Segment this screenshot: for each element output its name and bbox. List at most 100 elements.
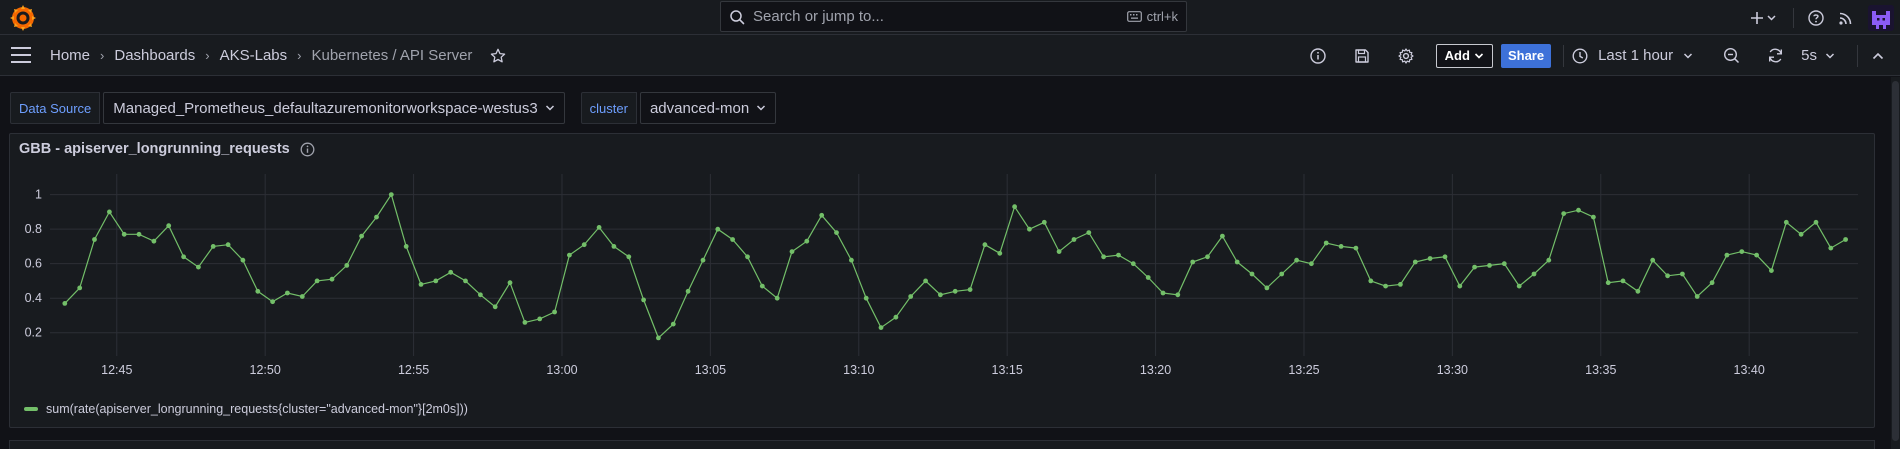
data-point [581, 242, 587, 248]
divider [1857, 44, 1858, 67]
next-panel [9, 440, 1875, 449]
data-point [1724, 252, 1730, 258]
data-point [507, 280, 513, 286]
share-button-label: Share [1507, 48, 1545, 63]
data-point [1383, 283, 1388, 289]
clock-icon [1572, 47, 1588, 64]
save-icon [1354, 48, 1369, 63]
x-tick-label: 13:15 [992, 363, 1023, 377]
data-point [1234, 259, 1240, 265]
data-point [374, 214, 379, 220]
data-point [745, 254, 750, 260]
breadcrumb-folder[interactable]: AKS-Labs [220, 47, 288, 64]
page-scrollbar[interactable] [1891, 77, 1900, 449]
data-point [344, 263, 350, 268]
refresh-interval-picker[interactable]: 5s [1801, 47, 1835, 64]
data-point [1591, 214, 1596, 220]
data-point [181, 254, 187, 260]
data-point [1294, 257, 1299, 263]
cluster-select[interactable]: advanced-mon [639, 92, 777, 124]
datasource-select[interactable]: Managed_Prometheus_defaultazuremonitorwo… [103, 92, 565, 124]
data-point [893, 314, 899, 320]
data-point [1427, 256, 1433, 261]
data-point [774, 295, 780, 301]
data-point [388, 192, 394, 197]
data-point [62, 301, 68, 306]
scrollbar-thumb[interactable] [1892, 81, 1899, 441]
zoom-out-button[interactable] [1715, 42, 1747, 70]
refresh-button[interactable] [1759, 42, 1791, 70]
breadcrumb-dashboards[interactable]: Dashboards [114, 47, 195, 64]
top-bar: Search or jump to... ctrl+k [0, 0, 1900, 35]
chevron-down-icon [1684, 52, 1693, 59]
data-point [1754, 252, 1759, 258]
x-tick-label: 13:35 [1585, 363, 1616, 377]
save-dashboard-button[interactable] [1346, 42, 1378, 70]
chevron-up-icon [1872, 52, 1884, 59]
user-avatar[interactable] [1868, 4, 1894, 31]
star-icon[interactable] [490, 48, 506, 64]
breadcrumb-home[interactable]: Home [50, 47, 90, 64]
share-button[interactable]: Share [1500, 43, 1552, 68]
panel-title[interactable]: GBB - apiserver_longrunning_requests [19, 141, 290, 157]
search-icon [730, 9, 745, 24]
data-point [1783, 219, 1789, 225]
data-point [656, 335, 661, 341]
data-point [1843, 237, 1848, 242]
data-point [210, 244, 216, 249]
help-icon [1808, 9, 1824, 26]
data-point [1071, 237, 1077, 242]
help-button[interactable] [1808, 4, 1824, 32]
data-point [730, 237, 735, 242]
timeseries-panel[interactable]: GBB - apiserver_longrunning_requests 0.2… [9, 133, 1875, 428]
data-point [611, 244, 617, 249]
series-line [64, 193, 1846, 339]
data-point [1694, 294, 1700, 299]
data-point [1338, 244, 1344, 249]
x-tick-label: 12:55 [398, 363, 429, 377]
data-point [1828, 245, 1834, 251]
data-point [433, 278, 439, 284]
data-point [270, 299, 275, 305]
data-point [166, 223, 172, 229]
search-shortcut: ctrl+k [1126, 9, 1178, 24]
data-point [240, 257, 246, 263]
news-button[interactable] [1838, 4, 1854, 32]
data-point [299, 294, 305, 299]
x-tick-label: 13:30 [1437, 363, 1468, 377]
data-point [908, 294, 914, 299]
timeseries-chart[interactable]: 0.20.40.60.81 12:45 12:50 12:55 13:00 13:05 1… [10, 172, 1876, 397]
data-point [596, 225, 602, 230]
data-point [522, 320, 528, 325]
time-range-picker[interactable]: Last 1 hour [1572, 47, 1703, 64]
menu-toggle-icon[interactable] [11, 47, 31, 63]
search-placeholder: Search or jump to... [753, 8, 884, 25]
dashboard-insights-button[interactable] [1302, 42, 1334, 70]
new-menu-button[interactable] [1751, 4, 1777, 32]
data-point [1398, 282, 1403, 287]
grafana-logo-icon[interactable] [10, 5, 36, 31]
chevron-right-icon: › [205, 48, 210, 63]
data-point [1175, 292, 1181, 298]
data-point [1680, 271, 1685, 277]
data-point [1546, 257, 1552, 263]
collapse-button[interactable] [1862, 42, 1894, 70]
dashboard-settings-button[interactable] [1390, 42, 1422, 70]
data-point [997, 250, 1003, 256]
data-point [1279, 271, 1285, 277]
data-point [923, 278, 928, 284]
x-tick-label: 12:45 [101, 363, 132, 377]
add-button-label: Add [1444, 48, 1470, 63]
data-point [492, 304, 498, 310]
chart-legend[interactable]: sum(rate(apiserver_longrunning_requests{… [24, 402, 468, 416]
datasource-value: Managed_Prometheus_defaultazuremonitorwo… [113, 99, 538, 117]
time-range-label: Last 1 hour [1598, 47, 1674, 64]
data-point [670, 321, 676, 327]
data-point [1309, 261, 1314, 267]
data-point [1620, 278, 1626, 284]
info-icon[interactable] [300, 142, 315, 157]
search-bar[interactable]: Search or jump to... ctrl+k [720, 1, 1187, 32]
x-tick-label: 13:05 [695, 363, 726, 377]
data-point [982, 242, 988, 248]
add-button[interactable]: Add [1435, 43, 1493, 68]
